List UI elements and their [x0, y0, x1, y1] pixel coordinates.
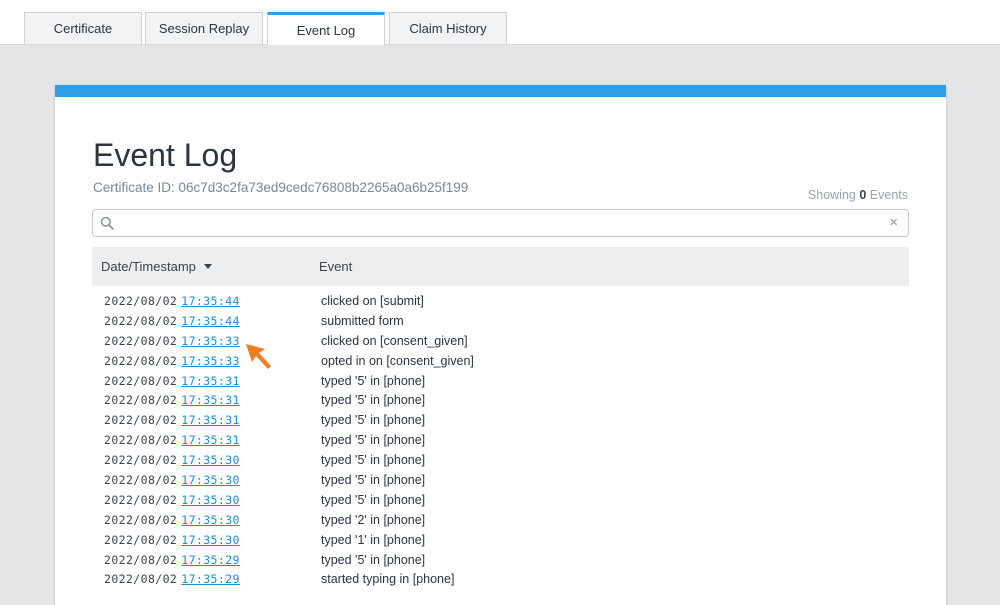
row-time-link[interactable]: 17:35:29: [181, 553, 240, 567]
row-event: typed '5' in [phone]: [321, 473, 426, 488]
table-row: 2022/08/02 17:35:44 submitted form: [92, 311, 909, 331]
table-row: 2022/08/02 17:35:30 typed '5' in [phone]: [92, 470, 909, 490]
table-row: 2022/08/02 17:35:33 opted in on [consent_g…: [92, 351, 909, 371]
row-timestamp: 2022/08/02 17:35:33: [104, 334, 240, 348]
row-date: 2022/08/02: [104, 433, 178, 448]
row-date: 2022/08/02: [104, 512, 178, 527]
table-row: 2022/08/02 17:35:31 typed '5' in [phone]: [92, 390, 909, 410]
row-event: typed '2' in [phone]: [321, 512, 426, 527]
row-time-link[interactable]: 17:35:30: [181, 473, 240, 487]
row-timestamp: 2022/08/02 17:35:30: [104, 473, 240, 487]
cursor-arrow-icon: [246, 344, 271, 369]
table-row: 2022/08/02 17:35:44 clicked on [submit]: [92, 291, 909, 311]
table-row: 2022/08/02 17:35:31 typed '5' in [phone]: [92, 371, 909, 391]
close-icon[interactable]: ×: [889, 215, 898, 231]
search-icon: [100, 216, 114, 230]
column-header-date-timestamp[interactable]: Date/Timestamp: [101, 259, 212, 274]
row-time-link[interactable]: 17:35:29: [181, 572, 240, 586]
tab-session-replay[interactable]: Session Replay: [145, 12, 263, 44]
row-event: typed '5' in [phone]: [321, 373, 426, 388]
table-row: 2022/08/02 17:35:30 typed '5' in [phone]: [92, 490, 909, 510]
row-timestamp: 2022/08/02 17:35:30: [104, 493, 240, 507]
row-event: typed '5' in [phone]: [321, 492, 426, 507]
row-event: opted in on [consent_given]: [321, 353, 474, 368]
row-date: 2022/08/02: [104, 333, 178, 348]
row-timestamp: 2022/08/02 17:35:31: [104, 393, 240, 407]
tab-claim-history[interactable]: Claim History: [389, 12, 507, 44]
row-time-link[interactable]: 17:35:30: [181, 493, 240, 507]
row-event: typed '1' in [phone]: [321, 532, 426, 547]
row-event: typed '5' in [phone]: [321, 433, 426, 448]
row-date: 2022/08/02: [104, 453, 178, 468]
row-event: typed '5' in [phone]: [321, 393, 426, 408]
event-count: Showing 0 Events: [808, 188, 908, 202]
row-date: 2022/08/02: [104, 473, 178, 488]
row-timestamp: 2022/08/02 17:35:44: [104, 314, 240, 328]
row-time-link[interactable]: 17:35:44: [181, 314, 240, 328]
certificate-id: Certificate ID: 06c7d3c2fa73ed9cedc76808…: [93, 180, 469, 195]
row-time-link[interactable]: 17:35:31: [181, 433, 240, 447]
row-date: 2022/08/02: [104, 413, 178, 428]
row-date: 2022/08/02: [104, 552, 178, 567]
table-header: Date/Timestamp Event: [92, 247, 909, 286]
row-event: typed '5' in [phone]: [321, 552, 426, 567]
row-event: clicked on [submit]: [321, 294, 424, 308]
row-timestamp: 2022/08/02 17:35:31: [104, 433, 240, 447]
row-event: started typing in [phone]: [321, 572, 455, 587]
row-date: 2022/08/02: [104, 353, 178, 368]
column-header-date-label: Date/Timestamp: [101, 259, 196, 274]
row-timestamp: 2022/08/02 17:35:31: [104, 413, 240, 427]
row-timestamp: 2022/08/02 17:35:29: [104, 553, 240, 567]
row-time-link[interactable]: 17:35:31: [181, 374, 240, 388]
event-log-card: Event Log Certificate ID: 06c7d3c2fa73ed…: [55, 85, 946, 605]
row-date: 2022/08/02: [104, 373, 178, 388]
row-time-link[interactable]: 17:35:33: [181, 354, 240, 368]
caret-down-icon: [203, 264, 212, 269]
table-row: 2022/08/02 17:35:33 clicked on [consent_gi…: [92, 331, 909, 351]
event-count-value: 0: [859, 188, 867, 202]
row-timestamp: 2022/08/02 17:35:30: [104, 513, 240, 527]
card-accent-bar: [55, 85, 946, 97]
row-event: submitted form: [321, 313, 404, 328]
row-date: 2022/08/02: [104, 294, 178, 308]
column-header-event: Event: [319, 259, 353, 274]
row-timestamp: 2022/08/02 17:35:31: [104, 374, 240, 388]
row-date: 2022/08/02: [104, 572, 178, 587]
row-time-link[interactable]: 17:35:30: [181, 533, 240, 547]
row-timestamp: 2022/08/02 17:35:30: [104, 453, 240, 467]
row-time-link[interactable]: 17:35:30: [181, 453, 240, 467]
table-row: 2022/08/02 17:35:29 typed '5' in [phone]: [92, 550, 909, 570]
row-time-link[interactable]: 17:35:44: [181, 294, 240, 308]
table-row: 2022/08/02 17:35:30 typed '5' in [phone]: [92, 450, 909, 470]
event-count-suffix: Events: [869, 188, 908, 202]
search-input[interactable]: [119, 210, 883, 238]
event-table-body: 2022/08/02 17:35:44 clicked on [submit] 202…: [92, 291, 909, 589]
table-row: 2022/08/02 17:35:31 typed '5' in [phone]: [92, 430, 909, 450]
row-time-link[interactable]: 17:35:31: [181, 413, 240, 427]
table-row: 2022/08/02 17:35:30 typed '1' in [phone]: [92, 530, 909, 550]
row-time-link[interactable]: 17:35:33: [181, 334, 240, 348]
row-date: 2022/08/02: [104, 393, 178, 408]
row-date: 2022/08/02: [104, 492, 178, 507]
row-event: typed '5' in [phone]: [321, 453, 426, 468]
tab-bar: Certificate Session Replay Event Log Cla…: [0, 0, 1000, 45]
table-row: 2022/08/02 17:35:29 started typing in [pho…: [92, 569, 909, 589]
tab-event-log[interactable]: Event Log: [267, 12, 385, 45]
row-time-link[interactable]: 17:35:31: [181, 393, 240, 407]
row-timestamp: 2022/08/02 17:35:29: [104, 572, 240, 586]
row-timestamp: 2022/08/02 17:35:33: [104, 354, 240, 368]
row-date: 2022/08/02: [104, 313, 178, 328]
row-timestamp: 2022/08/02 17:35:30: [104, 533, 240, 547]
row-timestamp: 2022/08/02 17:35:44: [104, 294, 240, 308]
table-row: 2022/08/02 17:35:31 typed '5' in [phone]: [92, 410, 909, 430]
page-title: Event Log: [93, 137, 238, 173]
row-time-link[interactable]: 17:35:30: [181, 513, 240, 527]
row-event: clicked on [consent_given]: [321, 333, 468, 348]
row-event: typed '5' in [phone]: [321, 413, 426, 428]
table-row: 2022/08/02 17:35:30 typed '2' in [phone]: [92, 510, 909, 530]
row-date: 2022/08/02: [104, 532, 178, 547]
event-count-prefix: Showing: [807, 188, 856, 202]
search-box[interactable]: ×: [92, 209, 909, 238]
tab-certificate[interactable]: Certificate: [24, 12, 142, 44]
